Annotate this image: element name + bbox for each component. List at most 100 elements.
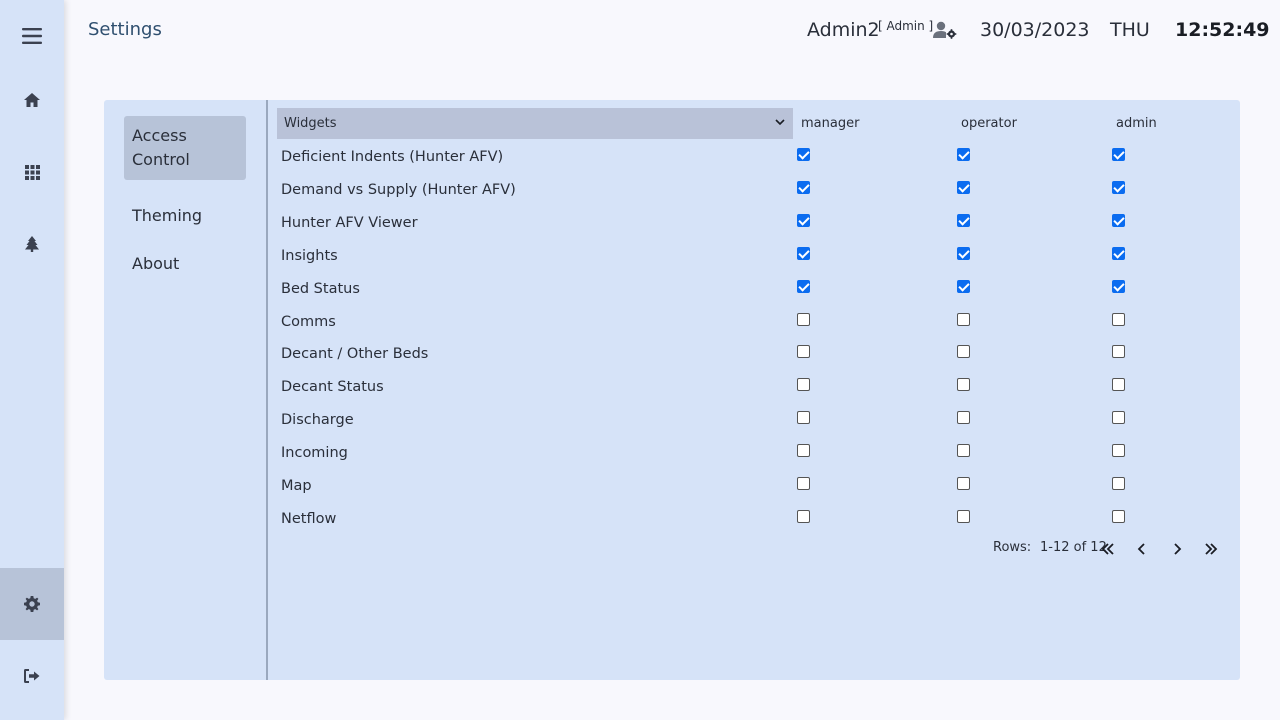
last-page-button[interactable] [1202,540,1220,558]
grid-icon [24,164,40,180]
column-header-manager: manager [801,116,860,131]
nav-home-button[interactable] [0,64,64,136]
nav-tree-button[interactable] [0,208,64,280]
admin-checkbox[interactable] [1112,411,1125,425]
operator-checkbox[interactable] [957,411,970,425]
manager-checkbox[interactable] [797,148,810,161]
operator-checkbox[interactable] [957,312,970,326]
next-page-button[interactable] [1168,540,1186,558]
menu-item-theming[interactable]: Theming [124,196,246,236]
table-row: Decant / Other Beds [277,339,1224,372]
widget-name: Bed Status [281,280,360,297]
operator-checkbox[interactable] [957,444,970,458]
admin-checkbox[interactable] [1112,148,1125,161]
current-date: 30/03/2023 [980,19,1090,41]
first-page-button[interactable] [1099,540,1117,558]
widget-name: Decant / Other Beds [281,346,429,363]
table-row: Decant Status [277,372,1224,405]
admin-checkbox[interactable] [1112,213,1125,227]
widget-name: Comms [281,313,336,330]
operator-checkbox[interactable] [957,180,970,194]
table-header: Widgets manager operator admin [277,108,1224,139]
widget-name: Demand vs Supply (Hunter AFV) [281,181,516,198]
operator-checkbox[interactable] [957,213,970,227]
widget-name: Insights [281,247,338,264]
widgets-select[interactable]: Widgets [277,108,793,139]
manager-checkbox[interactable] [797,345,810,359]
tree-icon [25,236,39,252]
table-row: Comms [277,307,1224,340]
table-row: Insights [277,241,1224,274]
admin-checkbox[interactable] [1112,477,1125,490]
widget-name: Hunter AFV Viewer [281,214,418,231]
manager-checkbox[interactable] [797,509,810,523]
table-row: Discharge [277,405,1224,438]
operator-checkbox[interactable] [957,148,970,161]
column-header-admin: admin [1116,116,1157,131]
gear-icon [24,596,40,612]
home-icon [24,93,40,107]
table-row: Demand vs Supply (Hunter AFV) [277,175,1224,208]
widget-name: Map [281,478,312,494]
chevron-down-icon [775,119,785,126]
nav-settings-button[interactable] [0,568,64,640]
widget-name: Incoming [281,445,348,462]
admin-checkbox[interactable] [1112,345,1125,359]
widget-name: Netflow [281,510,337,527]
admin-checkbox[interactable] [1112,246,1125,260]
admin-checkbox[interactable] [1112,180,1125,194]
page-title: Settings [88,19,162,40]
menu-toggle-button[interactable] [0,0,64,72]
operator-checkbox[interactable] [957,509,970,523]
nav-logout-button[interactable] [0,640,64,712]
menu-item-access-control[interactable]: Access Control [124,116,246,180]
table-row: Map [277,471,1224,504]
panel-divider [266,100,268,680]
operator-checkbox[interactable] [957,345,970,359]
nav-rail [0,0,64,720]
admin-checkbox[interactable] [1112,279,1125,293]
table-row: Bed Status [277,274,1224,307]
widget-name: Deficient Indents (Hunter AFV) [281,149,504,165]
operator-checkbox[interactable] [957,279,970,293]
previous-page-button[interactable] [1133,540,1151,558]
user-name[interactable]: Admin2 [807,19,880,41]
manager-checkbox[interactable] [797,180,810,194]
logout-icon [24,669,40,683]
manager-checkbox[interactable] [797,246,810,260]
current-time: 12:52:49 [1175,19,1270,41]
pager-range: 1-12 of 12 [1040,540,1107,555]
menu-icon [22,28,42,44]
rows-label: Rows: [993,540,1032,555]
manager-checkbox[interactable] [797,444,810,458]
menu-item-about[interactable]: About [124,244,246,284]
manager-checkbox[interactable] [797,411,810,425]
operator-checkbox[interactable] [957,378,970,392]
nav-apps-button[interactable] [0,136,64,208]
manager-checkbox[interactable] [797,477,810,490]
user-settings-icon[interactable] [933,21,957,39]
admin-checkbox[interactable] [1112,312,1125,326]
admin-checkbox[interactable] [1112,444,1125,458]
admin-checkbox[interactable] [1112,378,1125,392]
table-row: Hunter AFV Viewer [277,208,1224,241]
manager-checkbox[interactable] [797,213,810,227]
table-row: Netflow [277,504,1224,537]
double-chevron-right-icon [1205,543,1218,555]
current-day: THU [1110,19,1150,41]
manager-checkbox[interactable] [797,378,810,392]
manager-checkbox[interactable] [797,312,810,326]
column-header-operator: operator [961,116,1017,131]
table-row: Incoming [277,438,1224,471]
operator-checkbox[interactable] [957,246,970,260]
table-row: Deficient Indents (Hunter AFV) [277,142,1224,175]
operator-checkbox[interactable] [957,477,970,490]
admin-checkbox[interactable] [1112,509,1125,523]
manager-checkbox[interactable] [797,279,810,293]
widget-name: Decant Status [281,379,384,396]
chevron-left-icon [1137,543,1145,555]
widget-name: Discharge [281,412,354,429]
chevron-right-icon [1174,543,1182,555]
double-chevron-left-icon [1101,543,1114,555]
user-role-badge: [ Admin ] [878,19,934,33]
